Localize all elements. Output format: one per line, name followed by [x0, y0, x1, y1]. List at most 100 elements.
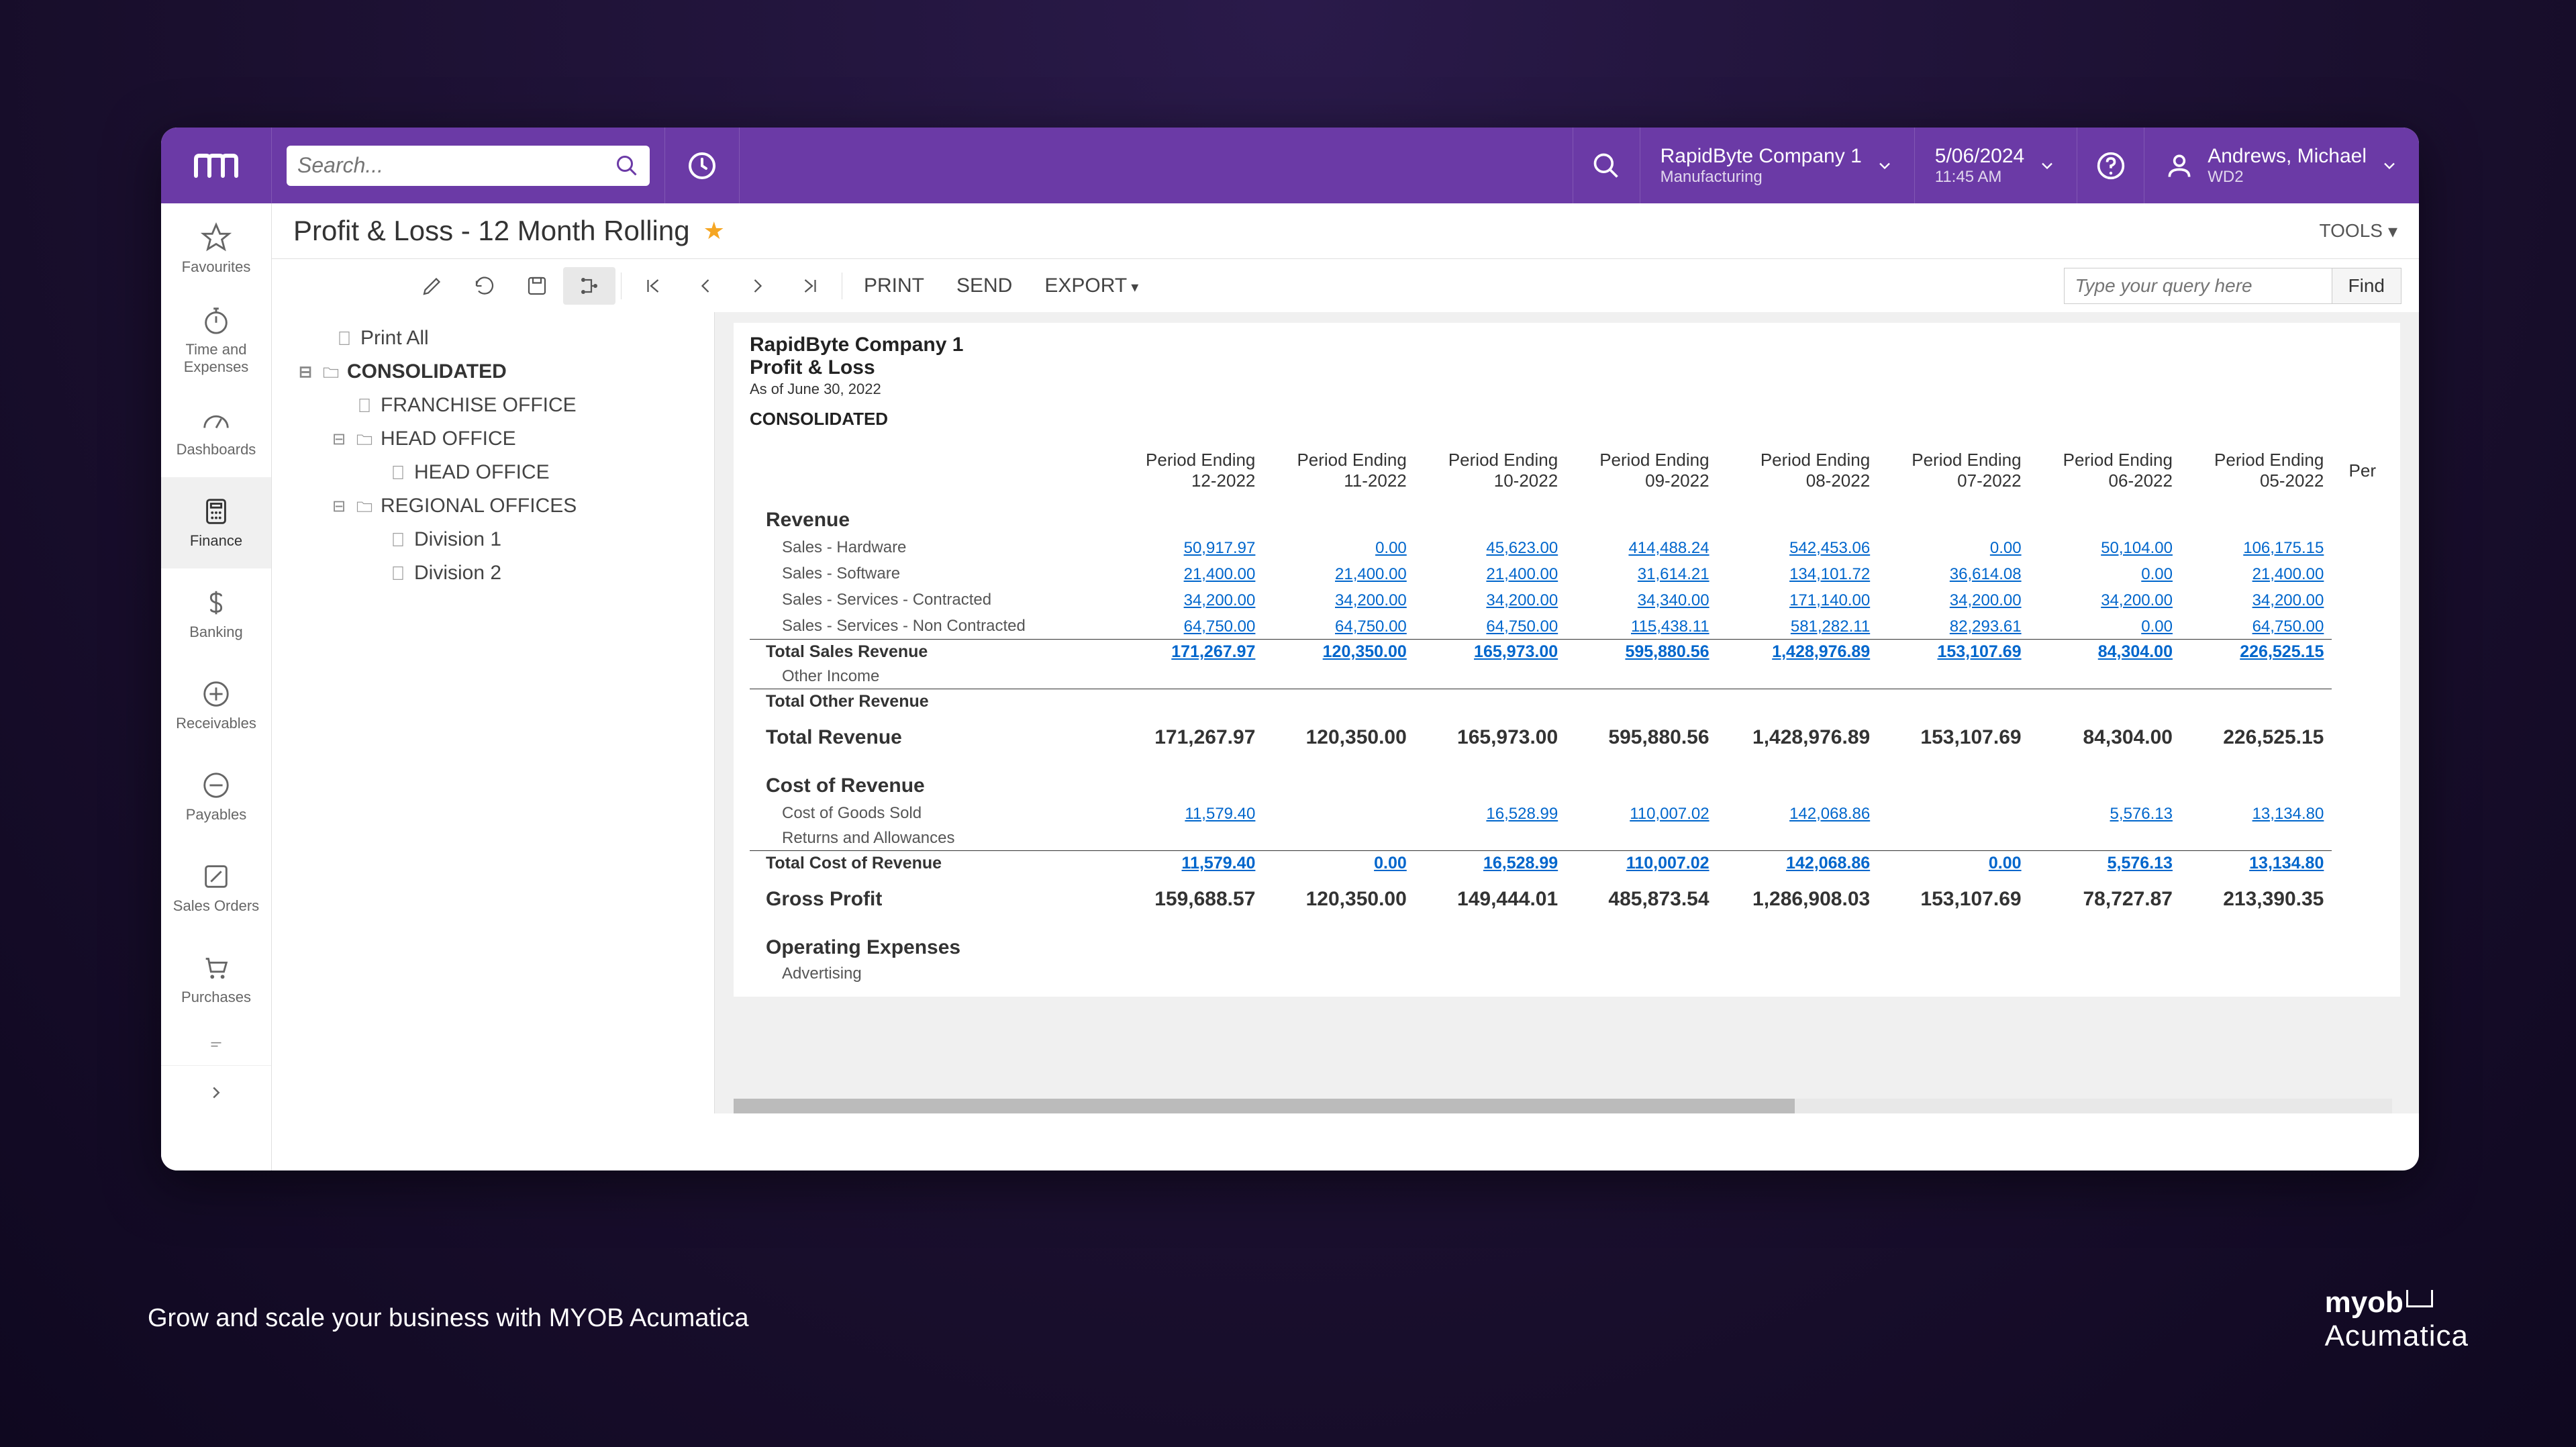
tree-button[interactable] [563, 267, 615, 305]
cell-value[interactable]: 64,750.00 [2181, 613, 2332, 640]
tree-head-office-child[interactable]: HEAD OFFICE [272, 456, 714, 489]
favourite-star-icon[interactable]: ★ [703, 217, 725, 245]
help-button[interactable] [2077, 128, 2144, 203]
cell-value[interactable]: 34,200.00 [1415, 587, 1566, 613]
cell-value[interactable]: 165,973.00 [1415, 640, 1566, 665]
user-menu[interactable]: Andrews, Michael WD2 [2144, 128, 2419, 203]
cell-value[interactable]: 36,614.08 [1878, 560, 2029, 587]
cell-value[interactable]: 34,200.00 [1112, 587, 1263, 613]
search-input[interactable] [297, 153, 615, 178]
nav-expand[interactable] [161, 1065, 271, 1119]
company-selector[interactable]: RapidByte Company 1 Manufacturing [1640, 128, 1914, 203]
cell-value[interactable]: 581,282.11 [1718, 613, 1879, 640]
tree-division-2[interactable]: Division 2 [272, 556, 714, 590]
cell-value[interactable]: 142,068.86 [1718, 851, 1879, 877]
scrollbar-thumb[interactable] [734, 1099, 1795, 1113]
cell-value[interactable]: 16,528.99 [1415, 851, 1566, 877]
cell-value[interactable]: 1,428,976.89 [1718, 640, 1879, 665]
send-button[interactable]: SEND [940, 275, 1028, 297]
cell-value[interactable]: 0.00 [1878, 534, 2029, 560]
cell-value[interactable]: 0.00 [2030, 560, 2181, 587]
cell-value[interactable]: 34,200.00 [1878, 587, 2029, 613]
nav-finance[interactable]: Finance [161, 477, 271, 568]
nav-dashboards[interactable]: Dashboards [161, 386, 271, 477]
cell-value[interactable]: 34,340.00 [1566, 587, 1717, 613]
collapse-icon[interactable]: ⊟ [332, 430, 348, 449]
cell-value[interactable]: 82,293.61 [1878, 613, 2029, 640]
cell-value[interactable]: 21,400.00 [1415, 560, 1566, 587]
cell-value[interactable]: 21,400.00 [1112, 560, 1263, 587]
cell-value[interactable]: 13,134.80 [2181, 851, 2332, 877]
cell-value[interactable]: 64,750.00 [1112, 613, 1263, 640]
print-button[interactable]: PRINT [848, 275, 940, 297]
report-panel[interactable]: RapidByte Company 1 Profit & Loss As of … [715, 312, 2419, 1113]
cell-value[interactable]: 34,200.00 [1263, 587, 1414, 613]
cell-value[interactable]: 5,576.13 [2030, 800, 2181, 826]
app-logo[interactable] [161, 128, 272, 203]
cell-value[interactable]: 106,175.15 [2181, 534, 2332, 560]
cell-value[interactable]: 31,614.21 [1566, 560, 1717, 587]
nav-payables[interactable]: Payables [161, 751, 271, 842]
cell-value[interactable]: 171,140.00 [1718, 587, 1879, 613]
history-button[interactable] [664, 128, 740, 203]
cell-value[interactable]: 226,525.15 [2181, 640, 2332, 665]
last-page-button[interactable] [784, 267, 836, 305]
tools-menu[interactable]: TOOLS ▾ [2320, 220, 2397, 242]
cell-value[interactable]: 16,528.99 [1415, 800, 1566, 826]
cell-value[interactable]: 50,917.97 [1112, 534, 1263, 560]
cell-value[interactable]: 0.00 [2030, 613, 2181, 640]
header-search-button[interactable] [1573, 128, 1640, 203]
cell-value[interactable]: 50,104.00 [2030, 534, 2181, 560]
save-button[interactable] [511, 267, 563, 305]
cell-value[interactable]: 11,579.40 [1112, 851, 1263, 877]
tree-print-all[interactable]: Print All [272, 321, 714, 355]
cell-value[interactable]: 64,750.00 [1415, 613, 1566, 640]
cell-value[interactable]: 34,200.00 [2030, 587, 2181, 613]
tree-consolidated[interactable]: ⊟CONSOLIDATED [272, 355, 714, 389]
cell-value[interactable]: 153,107.69 [1878, 640, 2029, 665]
nav-more[interactable] [161, 1025, 271, 1065]
find-input[interactable] [2064, 268, 2332, 304]
next-page-button[interactable] [732, 267, 784, 305]
cell-value[interactable]: 5,576.13 [2030, 851, 2181, 877]
find-button[interactable]: Find [2332, 268, 2401, 304]
cell-value[interactable]: 0.00 [1263, 851, 1414, 877]
cell-value[interactable]: 0.00 [1263, 534, 1414, 560]
search-box[interactable] [287, 146, 650, 186]
cell-value[interactable]: 414,488.24 [1566, 534, 1717, 560]
date-selector[interactable]: 5/06/2024 11:45 AM [1914, 128, 2077, 203]
cell-value[interactable]: 142,068.86 [1718, 800, 1879, 826]
nav-receivables[interactable]: Receivables [161, 660, 271, 751]
prev-page-button[interactable] [679, 267, 732, 305]
first-page-button[interactable] [627, 267, 679, 305]
cell-value[interactable]: 34,200.00 [2181, 587, 2332, 613]
nav-sales-orders[interactable]: Sales Orders [161, 842, 271, 934]
tree-head-office[interactable]: ⊟HEAD OFFICE [272, 422, 714, 456]
cell-value[interactable]: 120,350.00 [1263, 640, 1414, 665]
cell-value[interactable]: 595,880.56 [1566, 640, 1717, 665]
cell-value[interactable]: 64,750.00 [1263, 613, 1414, 640]
nav-purchases[interactable]: Purchases [161, 934, 271, 1025]
nav-time-expenses[interactable]: Time and Expenses [161, 295, 271, 386]
edit-button[interactable] [406, 267, 458, 305]
collapse-icon[interactable]: ⊟ [332, 497, 348, 516]
horizontal-scrollbar[interactable] [734, 1099, 2392, 1113]
cell-value[interactable]: 115,438.11 [1566, 613, 1717, 640]
nav-favourites[interactable]: Favourites [161, 203, 271, 295]
cell-value[interactable]: 45,623.00 [1415, 534, 1566, 560]
cell-value[interactable]: 542,453.06 [1718, 534, 1879, 560]
refresh-button[interactable] [458, 267, 511, 305]
cell-value[interactable]: 110,007.02 [1566, 800, 1717, 826]
cell-value[interactable]: 110,007.02 [1566, 851, 1717, 877]
nav-banking[interactable]: Banking [161, 568, 271, 660]
tree-division-1[interactable]: Division 1 [272, 523, 714, 556]
cell-value[interactable]: 84,304.00 [2030, 640, 2181, 665]
tree-franchise[interactable]: FRANCHISE OFFICE [272, 389, 714, 422]
cell-value[interactable]: 11,579.40 [1112, 800, 1263, 826]
cell-value[interactable]: 0.00 [1878, 851, 2029, 877]
cell-value[interactable]: 21,400.00 [1263, 560, 1414, 587]
export-button[interactable]: EXPORT [1028, 275, 1154, 297]
cell-value[interactable]: 13,134.80 [2181, 800, 2332, 826]
cell-value[interactable]: 134,101.72 [1718, 560, 1879, 587]
cell-value[interactable]: 21,400.00 [2181, 560, 2332, 587]
